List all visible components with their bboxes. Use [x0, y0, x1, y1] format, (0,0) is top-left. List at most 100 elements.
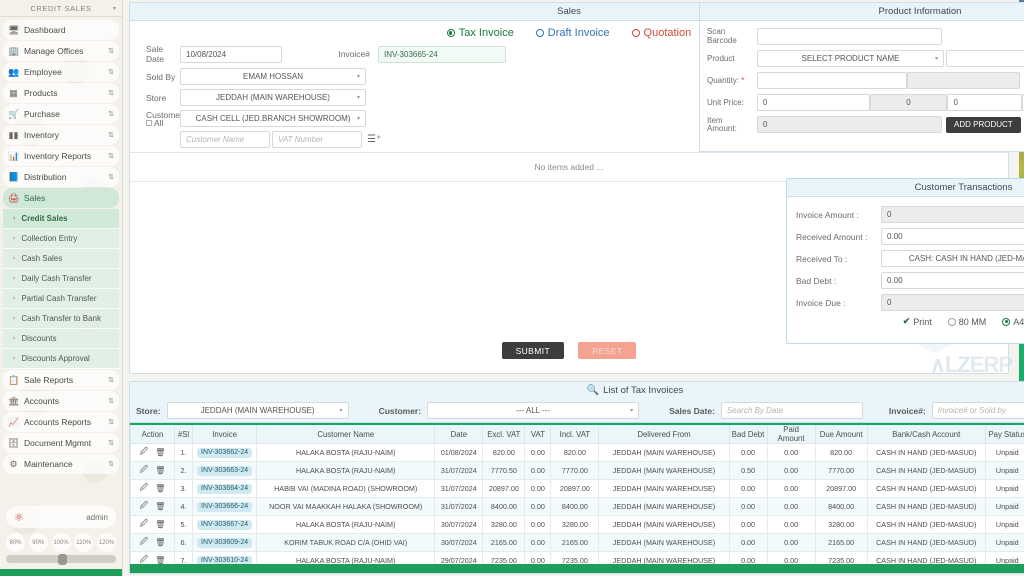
zoom-110[interactable]: 110% [74, 533, 94, 552]
table-row[interactable]: 🖉 🗑 5. INV-303667-24 HALAKA BOSTA (RAJU-NAIM… [129, 515, 1024, 534]
print-size-80mm[interactable]: 80 MM [947, 317, 986, 327]
sidebar-item-sale-reports[interactable]: 📋 Sale Reports ⇅ [3, 370, 119, 390]
sold-by-select[interactable]: EMAM HOSSAN ▾ [180, 68, 366, 85]
tab-quotation[interactable]: Quotation [631, 27, 691, 39]
table-row[interactable]: 🖉 🗑 1. INV-303662-24 HALAKA BOSTA (RAJU-NAIM… [129, 443, 1024, 462]
table-row[interactable]: 🖉 🗑 4. INV-303666-24 NOOR VAI MAAKKAH HALAKA… [129, 497, 1024, 516]
tab-tax-invoice[interactable]: Tax Invoice [446, 27, 514, 39]
add-row-icon[interactable]: ☰⁺ [367, 134, 381, 145]
table-row[interactable]: 🖉 🗑 3. INV-303664-24 HABIB VAI (MADINA ROAD)… [129, 479, 1024, 498]
edit-icon[interactable]: 🖉 [140, 500, 149, 514]
zoom-80[interactable]: 80% [6, 533, 25, 552]
unit-price-input[interactable]: 0 [756, 94, 870, 111]
store-select[interactable]: JEDDAH (MAIN WAREHOUSE) ▾ [180, 89, 366, 106]
invoice-number-input[interactable]: INV-303665-24 [378, 45, 506, 63]
th-date[interactable]: Date [434, 423, 484, 444]
sidebar-subitem-partial-cash-transfer[interactable]: › Partial Cash Transfer [3, 289, 119, 309]
product-select[interactable]: SELECT PRODUCT NAME ▾ [757, 50, 944, 67]
sidebar-item-distribution[interactable]: 📘 Distribution ⇅ [3, 167, 119, 187]
print-checkbox[interactable]: ✔ Print [903, 316, 932, 327]
cell-action[interactable]: 🖉 🗑 [129, 497, 176, 516]
vat-number-input[interactable]: VAT Number [272, 131, 362, 148]
unit-price-3-input[interactable]: 0 [947, 94, 1023, 111]
print-size-a4[interactable]: A4 [1002, 317, 1024, 327]
delete-icon[interactable]: 🗑 [155, 502, 165, 511]
customer-select[interactable]: CASH CELL (JED.BRANCH SHOWROOM) ▾ [180, 110, 366, 127]
sidebar-item-sales[interactable]: 🖨 Sales [3, 188, 119, 208]
edit-icon[interactable]: 🖉 [140, 482, 149, 496]
cell-invoice[interactable]: INV-303663-24 [192, 461, 258, 480]
submit-button[interactable]: SUBMIT [501, 342, 565, 359]
sidebar-item-accounts[interactable]: 🏛 Accounts ⇅ [3, 391, 119, 411]
cell-invoice[interactable]: INV-303666-24 [192, 497, 258, 516]
sidebar-item-dashboard[interactable]: 🖥 Dashboard [3, 20, 119, 40]
edit-icon[interactable]: 🖉 [140, 464, 149, 478]
delete-icon[interactable]: 🗑 [155, 520, 165, 529]
sidebar-subitem-discounts-approval[interactable]: › Discounts Approval [3, 349, 119, 369]
zoom-120[interactable]: 120% [97, 533, 116, 552]
delete-icon[interactable]: 🗑 [155, 448, 165, 457]
th-pay-status[interactable]: Pay Status [984, 423, 1024, 444]
add-product-button[interactable]: ADD PRODUCT [946, 116, 1021, 133]
table-row[interactable]: 🖉 🗑 2. INV-303663-24 HALAKA BOSTA (RAJU-NAIM… [129, 461, 1024, 480]
zoom-slider[interactable] [6, 554, 116, 565]
cell-action[interactable]: 🖉 🗑 [129, 515, 176, 534]
th-due-amount[interactable]: Due Amount [814, 423, 868, 444]
customer-name-input[interactable]: Customer Name [180, 131, 270, 148]
sidebar-item-inventory[interactable]: ▮▮ Inventory ⇅ [3, 125, 119, 145]
sidebar-item-products[interactable]: ▦ Products ⇅ [3, 83, 119, 103]
cell-action[interactable]: 🖉 🗑 [129, 461, 176, 480]
delete-icon[interactable]: 🗑 [155, 484, 165, 493]
th-sl[interactable]: #Sl [174, 423, 194, 444]
reset-button[interactable]: RESET [578, 342, 637, 359]
th-bad-debt[interactable]: Bad Debt [728, 423, 768, 444]
th-paid-amount[interactable]: Paid Amount [766, 423, 816, 444]
cell-invoice[interactable]: INV-303667-24 [192, 515, 258, 534]
th-bank-cash-account[interactable]: Bank/Cash Account [866, 423, 986, 444]
sidebar-item-maintenance[interactable]: ⚙ Maintenance ⇅ [3, 454, 119, 474]
delete-icon[interactable]: 🗑 [155, 538, 165, 547]
sidebar-subitem-cash-sales[interactable]: › Cash Sales [3, 249, 119, 269]
edit-icon[interactable]: 🖉 [140, 518, 149, 532]
sidebar-subitem-discounts[interactable]: › Discounts [3, 329, 119, 349]
radio-icon[interactable] [535, 29, 544, 37]
edit-icon[interactable]: 🖉 [140, 446, 149, 460]
filter-invoice-input[interactable]: Invoice# or Sold by [931, 402, 1024, 419]
filter-customer-select[interactable]: --- ALL --- ▾ [427, 402, 640, 419]
zoom-90[interactable]: 90% [28, 533, 48, 552]
customer-all-checkbox[interactable] [146, 119, 152, 126]
sidebar-subitem-daily-cash-transfer[interactable]: › Daily Cash Transfer [3, 269, 119, 289]
sidebar-scroll[interactable]: 🖥 Dashboard 🏢 Manage Offices ⇅ 👥 Employe… [0, 17, 122, 502]
sidebar-subitem-credit-sales[interactable]: › Credit Sales [3, 209, 119, 229]
sidebar-subitem-cash-transfer-to-bank[interactable]: › Cash Transfer to Bank [3, 309, 119, 329]
tab-draft-invoice[interactable]: Draft Invoice [535, 27, 610, 39]
filter-sales-date-input[interactable]: Search By Date [720, 402, 863, 419]
user-bar[interactable]: ⚛ admin [6, 506, 116, 528]
sidebar-item-document-mgmnt[interactable]: 🗄 Document Mgmnt ⇅ [3, 433, 119, 453]
th-customer-name[interactable]: Customer Name [256, 423, 436, 444]
edit-icon[interactable]: 🖉 [140, 536, 149, 550]
sidebar-collapse-icon[interactable]: ▾ [113, 5, 116, 12]
received-amount-input[interactable]: 0.00 [881, 228, 1024, 245]
th-incl-vat[interactable]: Incl. VAT [550, 423, 600, 444]
sidebar-item-purchase[interactable]: 🛒 Purchase ⇅ [3, 104, 119, 124]
filter-store-select[interactable]: JEDDAH (MAIN WAREHOUSE) ▾ [166, 402, 349, 419]
sidebar-item-inventory-reports[interactable]: 📊 Inventory Reports ⇅ [3, 146, 119, 166]
cell-action[interactable]: 🖉 🗑 [129, 533, 176, 552]
cell-action[interactable]: 🖉 🗑 [129, 443, 176, 462]
zoom-slider-handle[interactable] [58, 554, 67, 565]
sale-date-input[interactable]: 10/08/2024 [180, 45, 282, 63]
table-row[interactable]: 🖉 🗑 6. INV-303609-24 KORIM TABUK ROAD C/A (O… [129, 533, 1024, 552]
delete-icon[interactable]: 🗑 [155, 466, 165, 475]
cell-invoice[interactable]: INV-303664-24 [192, 479, 258, 498]
bad-debt-input[interactable]: 0.00 [881, 272, 1024, 289]
th-vat[interactable]: VAT [524, 423, 552, 444]
th-action[interactable]: Action [129, 423, 176, 444]
th-excl-vat[interactable]: Excl. VAT [482, 423, 526, 444]
radio-icon[interactable] [446, 29, 455, 37]
product-extra-input[interactable] [946, 50, 1024, 67]
sidebar-item-accounts-reports[interactable]: 📈 Accounts Reports ⇅ [3, 412, 119, 432]
sidebar-subitem-collection-entry[interactable]: › Collection Entry [3, 229, 119, 249]
th-invoice[interactable]: Invoice [192, 423, 258, 444]
quantity-input[interactable] [757, 72, 907, 89]
